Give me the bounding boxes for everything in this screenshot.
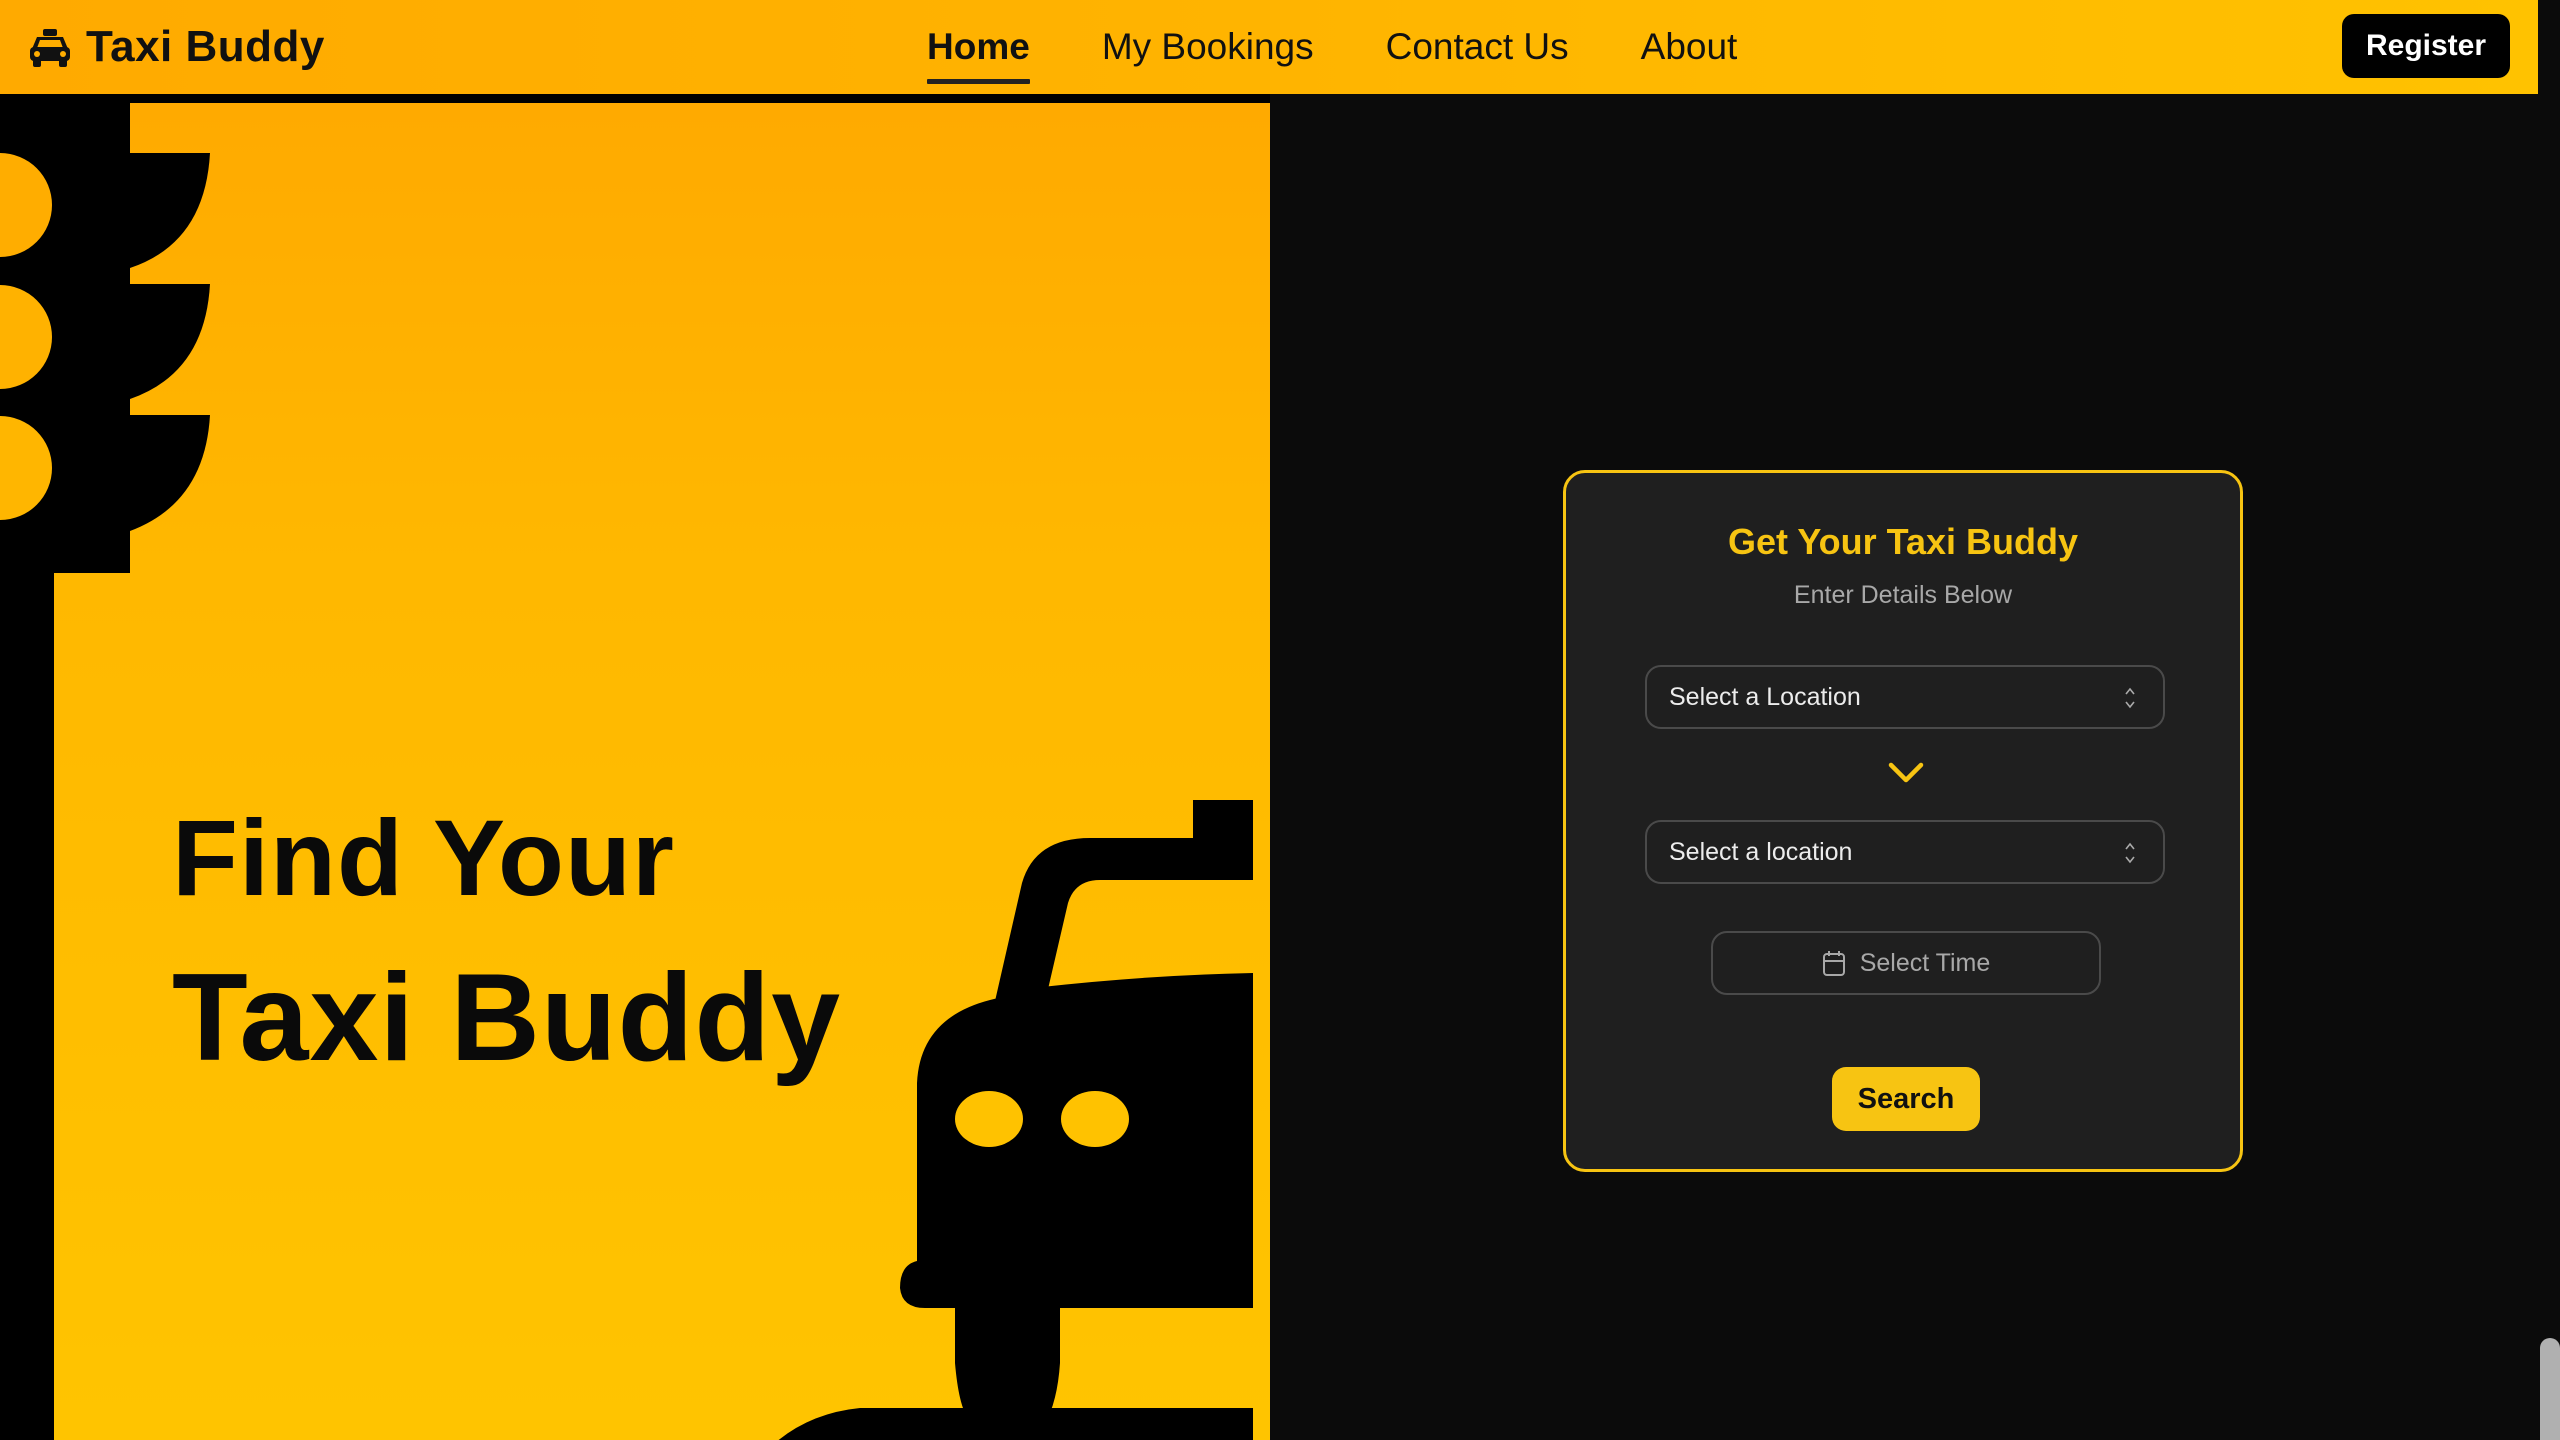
- hero-panel: Find Your Taxi Buddy: [0, 103, 1270, 1440]
- top-navbar: Taxi Buddy Home My Bookings Contact Us A…: [0, 0, 2538, 94]
- dropoff-location-value: Select a location: [1669, 837, 1853, 866]
- select-time-label: Select Time: [1859, 948, 1991, 977]
- chevron-down-icon[interactable]: [1888, 761, 1924, 785]
- header-divider: [0, 94, 1270, 103]
- brand-name: Taxi Buddy: [86, 22, 325, 71]
- taxi-icon: [30, 29, 70, 67]
- pickup-location-select[interactable]: Select a Location: [1645, 665, 2165, 729]
- nav-about[interactable]: About: [1641, 26, 1738, 68]
- pickup-location-value: Select a Location: [1669, 682, 1861, 711]
- hero-heading: Find Your Taxi Buddy: [172, 783, 841, 1103]
- brand-logo[interactable]: Taxi Buddy: [28, 22, 325, 72]
- scrollbar-thumb[interactable]: [2540, 1338, 2560, 1440]
- page-scrollbar[interactable]: [2538, 0, 2560, 1440]
- hero-illustration: [0, 103, 1253, 1440]
- calendar-icon: [1822, 951, 1845, 976]
- booking-card-title: Get Your Taxi Buddy: [1727, 521, 2079, 562]
- taxi-car-icon: [778, 800, 1253, 1440]
- booking-card-subtitle: Enter Details Below: [1793, 581, 2013, 609]
- booking-card: Get Your Taxi Buddy Enter Details Below …: [1563, 470, 2243, 1172]
- nav-my-bookings[interactable]: My Bookings: [1102, 26, 1314, 68]
- select-arrows-icon: [2125, 687, 2135, 709]
- select-time-button[interactable]: Select Time: [1711, 931, 2101, 995]
- hero-heading-line2: Taxi Buddy: [172, 949, 842, 1087]
- main-nav: Home My Bookings Contact Us About: [927, 0, 1737, 94]
- dropoff-location-select[interactable]: Select a location: [1645, 820, 2165, 884]
- nav-home[interactable]: Home: [927, 26, 1030, 84]
- hero-heading-line1: Find Your: [172, 797, 675, 918]
- search-button[interactable]: Search: [1832, 1067, 1980, 1131]
- nav-contact-us[interactable]: Contact Us: [1386, 26, 1569, 68]
- traffic-light-icon: [0, 103, 210, 1440]
- register-button[interactable]: Register: [2342, 14, 2510, 78]
- select-arrows-icon: [2125, 842, 2135, 864]
